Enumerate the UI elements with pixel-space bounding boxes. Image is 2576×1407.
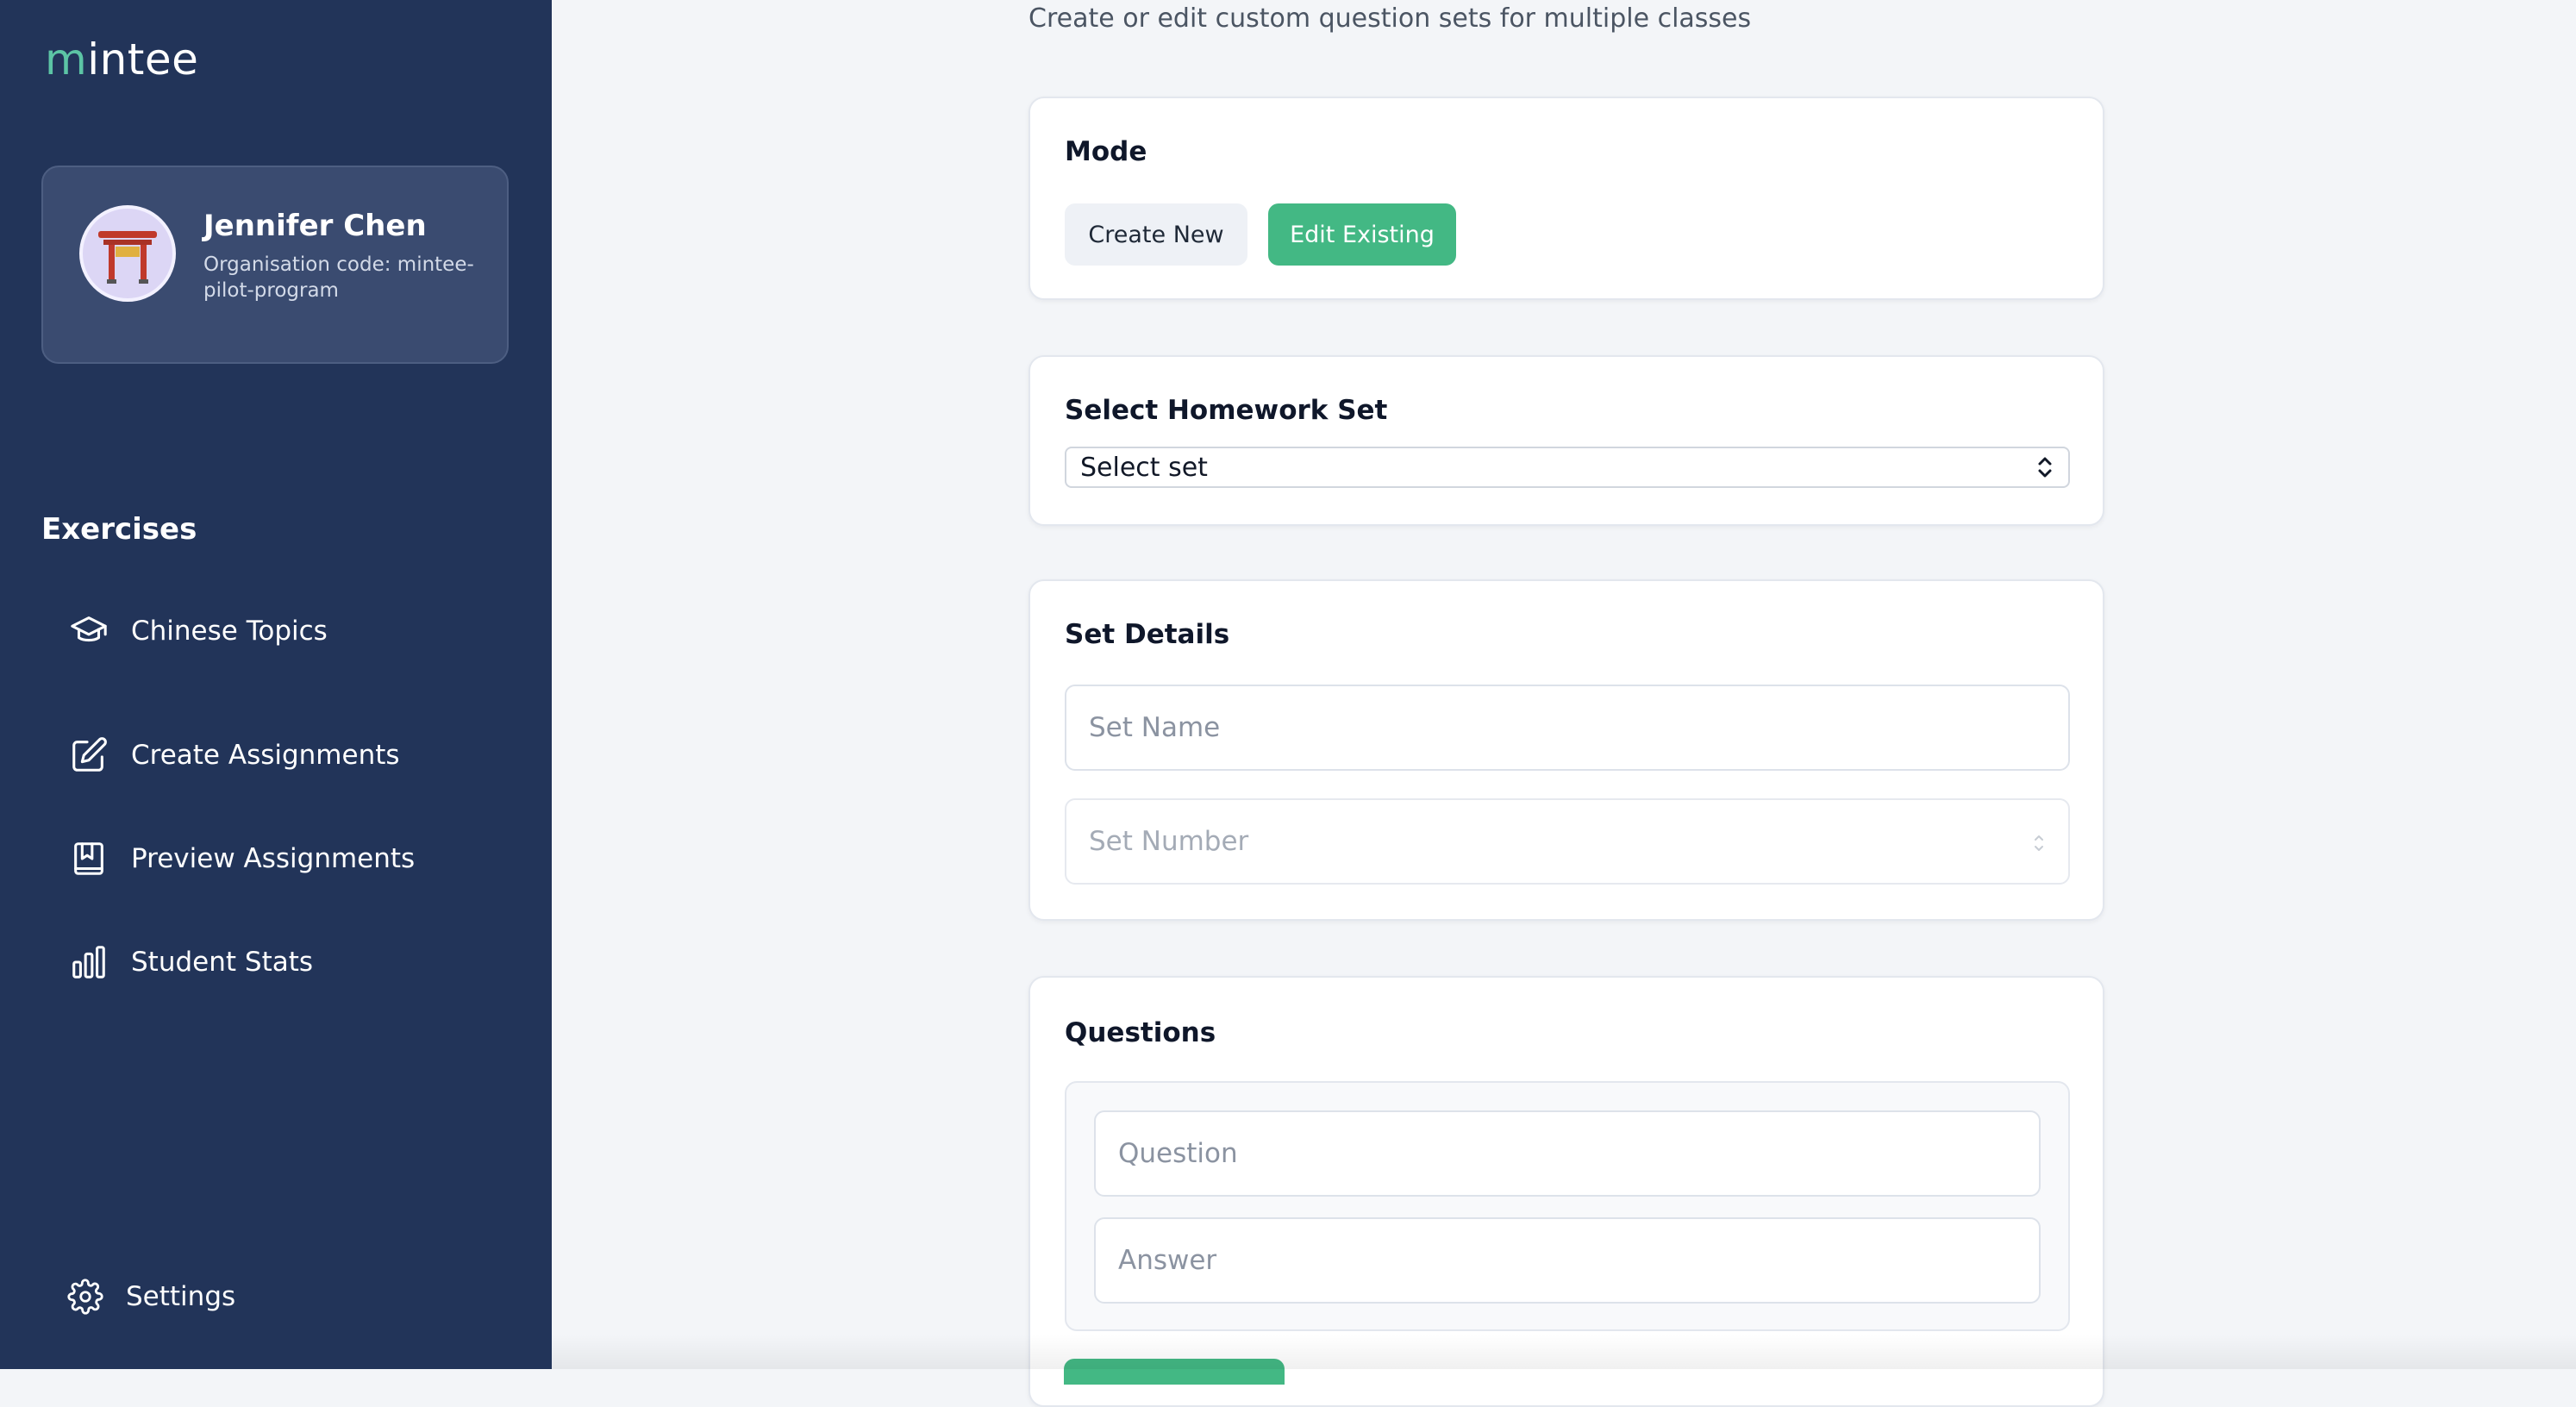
bottom-shadow: [552, 1335, 2576, 1369]
question-placeholder: Question: [1118, 1138, 1238, 1169]
number-spinner-icon[interactable]: [2032, 831, 2046, 855]
answer-placeholder: Answer: [1118, 1245, 1217, 1276]
logo-mark: m: [45, 34, 88, 84]
torii-gate-icon: [98, 231, 157, 284]
bookmark-book-icon: [74, 842, 103, 875]
page-subtitle: Create or edit custom question sets for …: [1029, 3, 1752, 34]
sidebar-item-label: Create Assignments: [131, 740, 400, 771]
app-logo[interactable]: mintee: [45, 34, 198, 84]
select-arrows-icon: [2038, 457, 2052, 478]
homework-set-card: Select Homework Set Select set: [1029, 355, 2104, 526]
sidebar-item-label: Preview Assignments: [131, 843, 416, 874]
homework-set-select[interactable]: Select set: [1065, 447, 2070, 488]
question-item: Question Answer: [1065, 1081, 2070, 1331]
set-details-card: Set Details Set Name Set Number: [1029, 579, 2104, 921]
sidebar-item-label: Student Stats: [131, 947, 314, 978]
sidebar-item-label: Chinese Topics: [131, 616, 328, 647]
edit-existing-button[interactable]: Edit Existing: [1268, 203, 1456, 266]
mode-card: Mode Create New Edit Existing: [1029, 97, 2104, 300]
answer-input[interactable]: Answer: [1094, 1217, 2041, 1304]
sidebar-item-label: Settings: [126, 1281, 236, 1312]
logo-text: intee: [87, 34, 199, 84]
bar-chart-icon: [72, 946, 105, 979]
select-value: Select set: [1080, 452, 1208, 483]
profile-card: Jennifer Chen Organisation code: mintee-…: [41, 166, 509, 364]
sidebar-item-settings[interactable]: Settings: [67, 1271, 235, 1323]
sidebar: mintee Jennifer Chen Organisation code: …: [0, 0, 552, 1369]
create-new-button[interactable]: Create New: [1065, 203, 1247, 266]
homework-set-title: Select Homework Set: [1065, 395, 1388, 426]
question-input[interactable]: Question: [1094, 1110, 2041, 1197]
edit-icon: [72, 737, 107, 772]
sidebar-item-create-assignments[interactable]: Create Assignments: [69, 729, 400, 781]
set-details-title: Set Details: [1065, 619, 1230, 650]
organisation-code: Organisation code: mintee-pilot-program: [203, 253, 474, 302]
profile-name: Jennifer Chen: [203, 209, 427, 243]
sidebar-item-student-stats[interactable]: Student Stats: [69, 936, 313, 988]
gear-icon: [67, 1279, 103, 1315]
set-name-placeholder: Set Name: [1089, 712, 1221, 743]
sidebar-item-preview-assignments[interactable]: Preview Assignments: [69, 833, 415, 885]
graduation-cap-icon: [71, 616, 107, 642]
set-number-placeholder: Set Number: [1089, 826, 1249, 857]
mode-title: Mode: [1065, 136, 1147, 167]
avatar: [79, 205, 176, 302]
sidebar-item-chinese-topics[interactable]: Chinese Topics: [69, 605, 328, 657]
set-number-input[interactable]: Set Number: [1065, 798, 2070, 885]
questions-title: Questions: [1065, 1017, 1216, 1048]
set-name-input[interactable]: Set Name: [1065, 685, 2070, 771]
exercises-section-title: Exercises: [41, 512, 197, 547]
